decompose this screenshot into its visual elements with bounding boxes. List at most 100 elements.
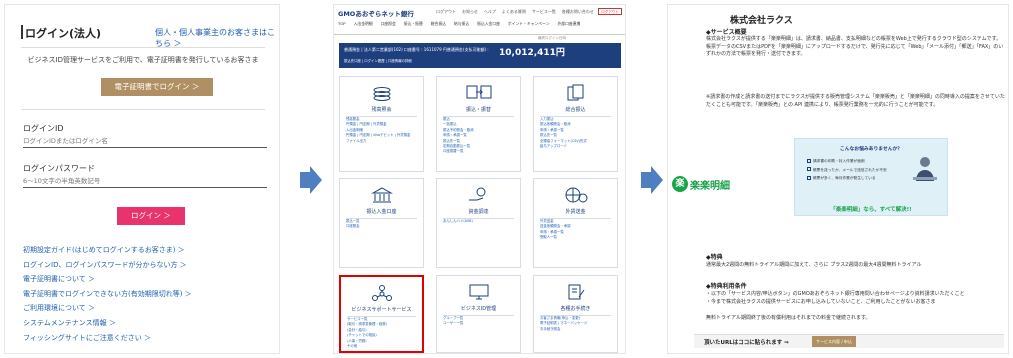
account-links[interactable]: 振込先口座 | ログイン履歴 | 口座情報の詳細 xyxy=(344,58,412,63)
password-label: ログインパスワード xyxy=(23,164,95,173)
coins-icon xyxy=(340,84,423,102)
utility-link[interactable]: ログアウト xyxy=(436,9,456,15)
personal-customer-link[interactable]: 個人・個人事業主のお客さまはこちら ＞ xyxy=(155,27,279,49)
help-link[interactable]: 電子証明書について ＞ xyxy=(23,272,192,287)
logout-button[interactable]: ログアウト xyxy=(598,8,622,15)
menu-item[interactable]: 総合振込 xyxy=(431,21,446,27)
tile-title: 各種お手続き xyxy=(540,305,611,316)
password-input[interactable]: 6～10文字の半角英数記号 xyxy=(23,174,267,188)
arrow-right-icon xyxy=(300,166,322,194)
company-name: 株式会社ラクス xyxy=(730,16,793,26)
tile-title: ビジネスID管理 xyxy=(443,305,514,316)
checkbox-icon xyxy=(807,175,811,180)
logo-name: 楽楽明細 xyxy=(690,180,730,192)
page-title: ログイン(法人) xyxy=(25,27,102,40)
tile-title: 振込・振替 xyxy=(443,106,514,117)
account-summary: 普通預金 | 法人第二営業部(102) 口座番号 : 1611079 円普通預金… xyxy=(339,43,621,68)
menu-item[interactable]: 口座照会 xyxy=(381,21,396,27)
form-pen-icon xyxy=(534,283,617,301)
tile-link[interactable]: 給与アップロード xyxy=(540,144,587,149)
login-id-input[interactable]: ログインIDまたはログイン名 xyxy=(23,134,267,148)
tile-foreign-remittance[interactable]: 外貨送金 外貨送金 送金依頼照会・承認 申請・承認一覧 受取人一覧 xyxy=(533,178,618,268)
divider xyxy=(21,47,265,48)
tile-balance[interactable]: 残高照会 残高照会 円預金 | 円定期 | 外貨預金 入出金明細 円預金 | 円… xyxy=(339,76,424,172)
menu-item[interactable]: 外部口座連携 xyxy=(558,21,581,27)
tile-link[interactable]: お手続き照会 xyxy=(540,327,587,332)
help-link[interactable]: ログインID、ログインパスワードが分からない方 ＞ xyxy=(23,258,192,273)
tile-transfer[interactable]: 振込・振替 振込 一括振込 振込予約照会・取消 申請・承認一覧 振込先一覧 定期… xyxy=(436,76,521,172)
help-links: 初期設定ガイド(はじめてログインするお客さま) ＞ ログインID、ログインパスワ… xyxy=(23,243,192,345)
section-heading: ◆サービス概要 xyxy=(706,29,747,36)
product-logo: 楽 楽楽明細 xyxy=(672,176,730,192)
promo-banner: こんなお悩みありませんか？ 請求書の印刷・封入作業が面倒 帳票を送ったか、メール… xyxy=(794,138,948,216)
help-link[interactable]: ご利用環境について ＞ xyxy=(23,301,192,316)
menu-item[interactable]: 振込入金口座 xyxy=(477,21,500,27)
bank-building-icon xyxy=(340,186,423,204)
help-link[interactable]: 電子証明書でログインできない方(有効期限切れ等) ＞ xyxy=(23,287,192,302)
tile-link[interactable]: ファイル出力 xyxy=(346,139,410,144)
transfer-icon xyxy=(437,84,520,102)
login-id-label: ログインID xyxy=(23,124,64,133)
utility-link[interactable]: サービス一覧 xyxy=(532,9,556,15)
balance-amount: 10,012,411円 xyxy=(499,48,565,58)
tile-procedures[interactable]: 各種お手続き お客さま情報(申込・変更) 電子証明書 | マネーパッケージ お手… xyxy=(533,275,618,353)
tile-link[interactable]: 円預金 | 円定期 | Visaデビット | 外貨預金 xyxy=(346,133,410,138)
trial-note: 無料トライアル期間終了後の有償利用はそれまでの料金で継続されます。 xyxy=(706,315,871,321)
checklist-item: 帳票が多く、毎月作業が発生している xyxy=(807,174,887,183)
top-utility-links: ログアウト お知らせ ヘルプ よくある質問 サービス一覧 各種お問い合わせ xyxy=(436,9,594,15)
divider xyxy=(334,34,625,35)
menu-item[interactable]: 振込・振替 xyxy=(404,21,423,27)
logo-mark: 楽 xyxy=(672,176,688,192)
tile-title: 総合振込 xyxy=(540,106,611,117)
menu-item[interactable]: 給与振込 xyxy=(454,21,469,27)
tile-bulk-transfer[interactable]: 総合振込 入力振込 振込依頼照会・取消 申請・承認一覧 振込先一覧 全銀協フォー… xyxy=(533,76,618,172)
help-link[interactable]: フィッシングサイトにご注意ください ＞ xyxy=(23,331,192,346)
tile-link[interactable]: 受取人一覧 xyxy=(540,235,571,240)
section-heading: ◆特典利用条件 xyxy=(706,283,747,290)
tile-business-support[interactable]: ビジネスサポートサービス サービス一覧 (取引・請求書管理・経費) (会計・給与… xyxy=(339,275,424,353)
raksul-panel: 株式会社ラクス ◆サービス概要 株式会社ラクスが提供する「楽楽明細」は、請求書、… xyxy=(667,4,1009,354)
tile-funding[interactable]: 資金調達 あんしんバイ(ASB) xyxy=(436,178,521,268)
menu-item[interactable]: TOP xyxy=(338,21,346,27)
certificate-login-button[interactable]: 電子証明書でログイン ＞ xyxy=(101,78,213,96)
utility-link[interactable]: よくある質問 xyxy=(502,9,526,15)
tile-link[interactable]: ユーザー一覧 xyxy=(443,321,463,326)
tile-business-id[interactable]: ビジネスID管理 グループ一覧 ユーザー一覧 xyxy=(436,275,521,353)
help-link[interactable]: 初期設定ガイド(はじめてログインするお客さま) ＞ xyxy=(23,243,192,258)
login-panel: ログイン(法人) 個人・個人事業主のお客さまはこちら ＞ ビジネスID管理サービ… xyxy=(4,4,280,354)
login-button[interactable]: ログイン ＞ xyxy=(117,207,185,225)
bank-header: GMOあおぞらネット銀行 ログアウト お知らせ ヘルプ よくある質問 サービス一… xyxy=(334,5,625,35)
checklist-item: 請求書の印刷・封入作業が面倒 xyxy=(807,157,887,166)
globe-icon xyxy=(534,186,617,204)
utility-link[interactable]: ヘルプ xyxy=(484,9,496,15)
tile-title: 外貨送金 xyxy=(540,208,611,219)
money-hand-icon xyxy=(437,186,520,204)
tile-link[interactable]: 口座振替一覧 xyxy=(443,149,474,154)
tile-link[interactable]: 口座照会 xyxy=(346,224,360,229)
utility-link[interactable]: 各種お問い合わせ xyxy=(562,9,594,15)
arrow-right-icon xyxy=(641,166,663,194)
tile-deposit-account[interactable]: 振込入金口座 振込一覧 口座照会 xyxy=(339,178,424,268)
account-info: 普通預金 | 法人第二営業部(102) 口座番号 : 1611079 円普通預金… xyxy=(344,47,489,52)
main-menu: TOP 入出金明細 口座照会 振込・振替 総合振込 給与振込 振込入金口座 ポイ… xyxy=(338,21,580,27)
tile-link[interactable]: あんしんバイ(ASB) xyxy=(443,219,473,224)
cert-description: ビジネスID管理サービスをご利用で、電子証明書を発行しているお客さま xyxy=(27,56,259,64)
utility-link[interactable]: お知らせ xyxy=(462,9,478,15)
menu-item[interactable]: 入出金明細 xyxy=(354,21,373,27)
conditions-text: ・以下の「サービス内容/申込ボタン」のGMOあおぞらネット銀行専用問い合わせペー… xyxy=(706,291,965,305)
last-login: 最終ログイン日時 xyxy=(538,36,566,40)
documents-icon xyxy=(534,84,617,102)
help-link[interactable]: システムメンテナンス情報 ＞ xyxy=(23,316,192,331)
apply-button[interactable]: サービス内容 / 申込 xyxy=(812,336,856,347)
proposal-text: ※請求書の作成と請求書の送付までにラクスが提供する販売管理システム「楽楽販売」と… xyxy=(706,94,1005,108)
banner-question: こんなお悩みありませんか？ xyxy=(839,147,903,152)
checkbox-icon xyxy=(807,167,811,172)
bank-logo: GMOあおぞらネット銀行 xyxy=(338,10,414,18)
menu-item[interactable]: ポイント・キャンペーン xyxy=(508,21,550,27)
tile-title: ビジネスサポートサービス xyxy=(347,306,416,317)
benefit-text: 通常最大2週間の無料トライアル期間に加えて、さらに プラス2週間の最大4週間無料… xyxy=(706,262,922,268)
tile-link[interactable]: その他 xyxy=(347,344,387,349)
tile-title: 振込入金口座 xyxy=(346,208,417,219)
bank-portal-panel: GMOあおぞらネット銀行 ログアウト お知らせ ヘルプ よくある質問 サービス一… xyxy=(333,4,626,354)
network-icon xyxy=(341,284,422,302)
